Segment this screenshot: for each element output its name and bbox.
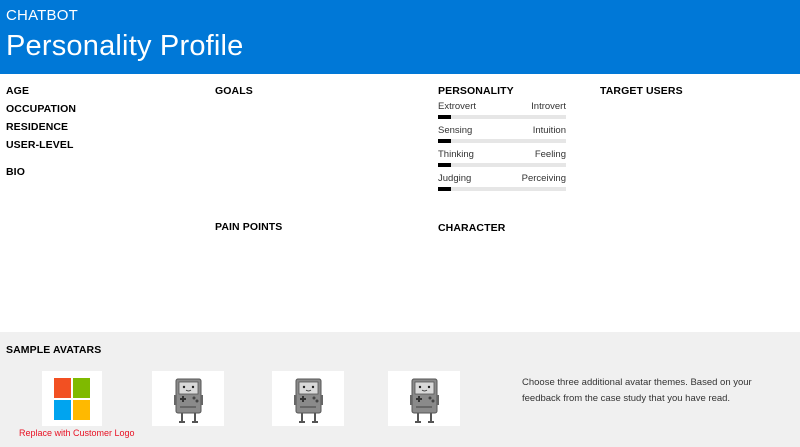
avatar-option-1[interactable] xyxy=(152,371,224,426)
trait-slider-track xyxy=(438,187,566,191)
trait-right-label: Intuition xyxy=(532,125,566,136)
occupation-label: OCCUPATION xyxy=(6,103,77,115)
trait-right-label: Introvert xyxy=(531,101,566,112)
trait-left-label: Thinking xyxy=(438,149,474,160)
trait-slider-track xyxy=(438,115,566,119)
robot-console-icon xyxy=(294,378,323,423)
age-label: AGE xyxy=(6,85,30,97)
character-label: CHARACTER xyxy=(438,222,506,234)
avatar-option-2[interactable] xyxy=(272,371,344,426)
header-banner: CHATBOT Personality Profile xyxy=(0,0,800,74)
sample-avatars-section: SAMPLE AVATARS Replace with Customer Log… xyxy=(0,332,800,447)
avatar-option-3[interactable] xyxy=(388,371,460,426)
pain-points-label: PAIN POINTS xyxy=(215,221,283,233)
trait-left-label: Judging xyxy=(438,173,472,184)
personality-label: PERSONALITY xyxy=(438,85,514,97)
residence-label: RESIDENCE xyxy=(6,121,69,133)
trait-slider-fill xyxy=(438,187,451,191)
trait-right-label: Feeling xyxy=(534,149,566,160)
user-level-label: USER-LEVEL xyxy=(6,139,74,151)
trait-thinking-feeling: Thinking Feeling xyxy=(438,149,566,171)
trait-extrovert-introvert: Extrovert Introvert xyxy=(438,101,566,123)
avatar-instructions: Choose three additional avatar themes. B… xyxy=(522,377,752,404)
trait-slider-track xyxy=(438,163,566,167)
bio-label: BIO xyxy=(6,166,25,178)
header-kicker: CHATBOT xyxy=(6,7,78,24)
customer-logo-tile[interactable] xyxy=(42,371,102,426)
robot-console-icon xyxy=(410,378,439,423)
robot-console-icon xyxy=(174,378,203,423)
trait-left-label: Sensing xyxy=(438,125,473,136)
trait-slider-fill xyxy=(438,163,451,167)
trait-left-label: Extrovert xyxy=(438,101,477,112)
logo-caption: Replace with Customer Logo xyxy=(19,428,135,438)
trait-right-label: Perceiving xyxy=(521,173,566,184)
trait-slider-fill xyxy=(438,115,451,119)
trait-sensing-intuition: Sensing Intuition xyxy=(438,125,566,147)
page-title: Personality Profile xyxy=(6,30,244,62)
microsoft-logo-icon xyxy=(54,378,90,420)
target-users-label: TARGET USERS xyxy=(600,85,683,97)
trait-slider-track xyxy=(438,139,566,143)
trait-slider-fill xyxy=(438,139,451,143)
sample-avatars-label: SAMPLE AVATARS xyxy=(6,344,102,356)
goals-label: GOALS xyxy=(215,85,253,97)
trait-judging-perceiving: Judging Perceiving xyxy=(438,173,566,195)
